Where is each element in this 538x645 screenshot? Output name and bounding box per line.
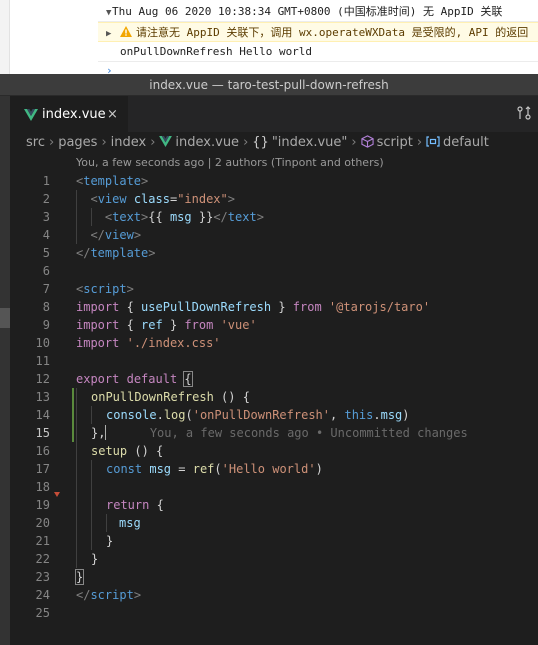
line-number: 18 bbox=[35, 480, 50, 494]
breadcrumb-block[interactable]: "index.vue" bbox=[272, 135, 348, 150]
code-line[interactable]: 19 return { bbox=[10, 496, 538, 514]
code-line[interactable]: 6 bbox=[10, 262, 538, 280]
chevron-right-icon: › bbox=[48, 135, 55, 150]
chevron-right-icon: › bbox=[150, 135, 156, 150]
line-number: 1 bbox=[42, 174, 50, 188]
console-warning-row[interactable]: ▶ 请注意无 AppID 关联下，调用 wx.operateWXData 是受限的… bbox=[98, 22, 538, 42]
code-line[interactable]: 17 const msg = ref('Hello world') bbox=[10, 460, 538, 478]
code-line[interactable]: 3 <text>{{ msg }}</text> bbox=[10, 208, 538, 226]
braces-icon: {} bbox=[252, 135, 269, 150]
editor-tab-bar: index.vue × bbox=[10, 96, 538, 132]
breadcrumb-default[interactable]: default bbox=[443, 135, 489, 150]
git-codelens[interactable]: You, a few seconds ago | 2 authors (Tinp… bbox=[76, 154, 384, 172]
code-line[interactable]: 16 setup () { bbox=[10, 442, 538, 460]
line-number: 4 bbox=[42, 228, 50, 242]
code-line[interactable]: 1 <template> bbox=[10, 172, 538, 190]
text-cursor bbox=[105, 425, 107, 440]
line-number: 16 bbox=[35, 444, 50, 458]
line-number: 24 bbox=[35, 588, 50, 602]
code-line[interactable]: 23} bbox=[10, 568, 538, 586]
code-editor[interactable]: You, a few seconds ago | 2 authors (Tinp… bbox=[10, 154, 538, 645]
line-number: 7 bbox=[42, 282, 50, 296]
console-prompt-row[interactable]: › bbox=[98, 61, 538, 74]
code-line[interactable]: 20 msg bbox=[10, 514, 538, 532]
code-line[interactable]: 13 onPullDownRefresh () { bbox=[10, 388, 538, 406]
activity-indicator[interactable] bbox=[0, 308, 10, 328]
breadcrumb-index[interactable]: index bbox=[111, 135, 147, 150]
code-line[interactable]: 9 import { ref } from 'vue' bbox=[10, 316, 538, 334]
line-number: 6 bbox=[42, 264, 50, 278]
window-title: index.vue — taro-test-pull-down-refresh bbox=[149, 78, 389, 92]
code-line[interactable]: 11 bbox=[10, 352, 538, 370]
console-log-timestamp: Thu Aug 06 2020 10:38:34 GMT+0800 (中国标准时… bbox=[112, 5, 503, 18]
tab-index-vue[interactable]: index.vue × bbox=[10, 96, 128, 132]
line-number: 17 bbox=[35, 462, 50, 476]
code-line[interactable]: 18 bbox=[10, 478, 538, 496]
breadcrumb-file[interactable]: index.vue bbox=[175, 135, 239, 150]
code-line[interactable]: 21} bbox=[10, 532, 538, 550]
code-line[interactable]: 14 console.log('onPullDownRefresh', this.… bbox=[10, 406, 538, 424]
warning-icon bbox=[120, 26, 132, 37]
breadcrumb-src[interactable]: src bbox=[26, 135, 45, 150]
line-number: 25 bbox=[35, 606, 50, 620]
code-line[interactable]: 2 <view class="index"> bbox=[10, 190, 538, 208]
console-output-row: onPullDownRefresh Hello world bbox=[98, 42, 538, 62]
open-changes-icon[interactable] bbox=[516, 105, 532, 121]
code-line[interactable]: 8 import { usePullDownRefresh } from '@ta… bbox=[10, 298, 538, 316]
modified-gutter-indicator[interactable] bbox=[72, 388, 74, 406]
console-output-text: onPullDownRefresh Hello world bbox=[120, 45, 313, 58]
line-number: 13 bbox=[35, 390, 50, 404]
variable-icon bbox=[426, 136, 440, 147]
console-prompt[interactable]: › bbox=[98, 65, 113, 74]
cube-icon bbox=[360, 135, 374, 148]
chevron-right-icon: › bbox=[351, 135, 357, 150]
line-number: 14 bbox=[35, 408, 50, 422]
line-number: 2 bbox=[42, 192, 50, 206]
code-line[interactable]: 10 import './index.css' bbox=[10, 334, 538, 352]
line-number: 23 bbox=[35, 570, 50, 584]
code-line[interactable]: 4 </view> bbox=[10, 226, 538, 244]
breadcrumb-script[interactable]: script bbox=[377, 135, 413, 150]
console-warning-text: 请注意无 AppID 关联下，调用 wx.operateWXData 是受限的,… bbox=[136, 26, 529, 39]
expand-triangle-icon[interactable]: ▶ bbox=[98, 24, 112, 41]
code-line[interactable]: 24 </script> bbox=[10, 586, 538, 604]
line-number: 10 bbox=[35, 336, 50, 350]
line-number: 20 bbox=[35, 516, 50, 530]
devtools-console: ▼Thu Aug 06 2020 10:38:34 GMT+0800 (中国标准… bbox=[0, 0, 538, 74]
line-number: 5 bbox=[42, 246, 50, 260]
git-blame-annotation: You, a few seconds ago • Uncommitted cha… bbox=[149, 426, 468, 440]
close-tab-icon[interactable]: × bbox=[107, 97, 118, 133]
line-number: 8 bbox=[42, 300, 50, 314]
vue-file-icon bbox=[159, 136, 173, 147]
code-line-active[interactable]: 15}, You, a few seconds ago • Uncommitte… bbox=[10, 424, 538, 442]
chevron-right-icon: › bbox=[243, 135, 249, 150]
chevron-right-icon: › bbox=[101, 135, 107, 150]
console-left-strip bbox=[0, 0, 10, 74]
vue-file-icon bbox=[24, 109, 38, 121]
line-number: 9 bbox=[42, 318, 50, 332]
expand-triangle-icon[interactable]: ▼ bbox=[98, 3, 112, 21]
line-number: 22 bbox=[35, 552, 50, 566]
code-line[interactable]: 7 <script> bbox=[10, 280, 538, 298]
modified-gutter-indicator[interactable] bbox=[72, 424, 74, 442]
code-line[interactable]: 12 export default { bbox=[10, 370, 538, 388]
line-number: 15 bbox=[35, 426, 50, 440]
line-number: 3 bbox=[42, 210, 50, 224]
chevron-right-icon: › bbox=[416, 135, 423, 150]
code-line[interactable]: 5 </template> bbox=[10, 244, 538, 262]
console-log-row[interactable]: ▼Thu Aug 06 2020 10:38:34 GMT+0800 (中国标准… bbox=[98, 2, 538, 22]
activity-bar[interactable] bbox=[0, 96, 10, 645]
modified-gutter-indicator[interactable] bbox=[72, 406, 74, 424]
tab-label: index.vue bbox=[42, 107, 106, 122]
line-number: 11 bbox=[35, 354, 50, 368]
line-number: 19 bbox=[35, 498, 50, 512]
window-title-bar: index.vue — taro-test-pull-down-refresh bbox=[0, 74, 538, 96]
breadcrumb-pages[interactable]: pages bbox=[58, 135, 97, 150]
code-line[interactable]: 25 bbox=[10, 604, 538, 622]
line-number: 12 bbox=[35, 372, 50, 386]
code-lines[interactable]: 1 <template> 2 <view class="index"> 3 <te… bbox=[10, 172, 538, 622]
line-number: 21 bbox=[35, 534, 50, 548]
code-line[interactable]: 22} bbox=[10, 550, 538, 568]
breadcrumb: src › pages › index › index.vue ›{} "index.vue" ›… bbox=[10, 132, 538, 154]
